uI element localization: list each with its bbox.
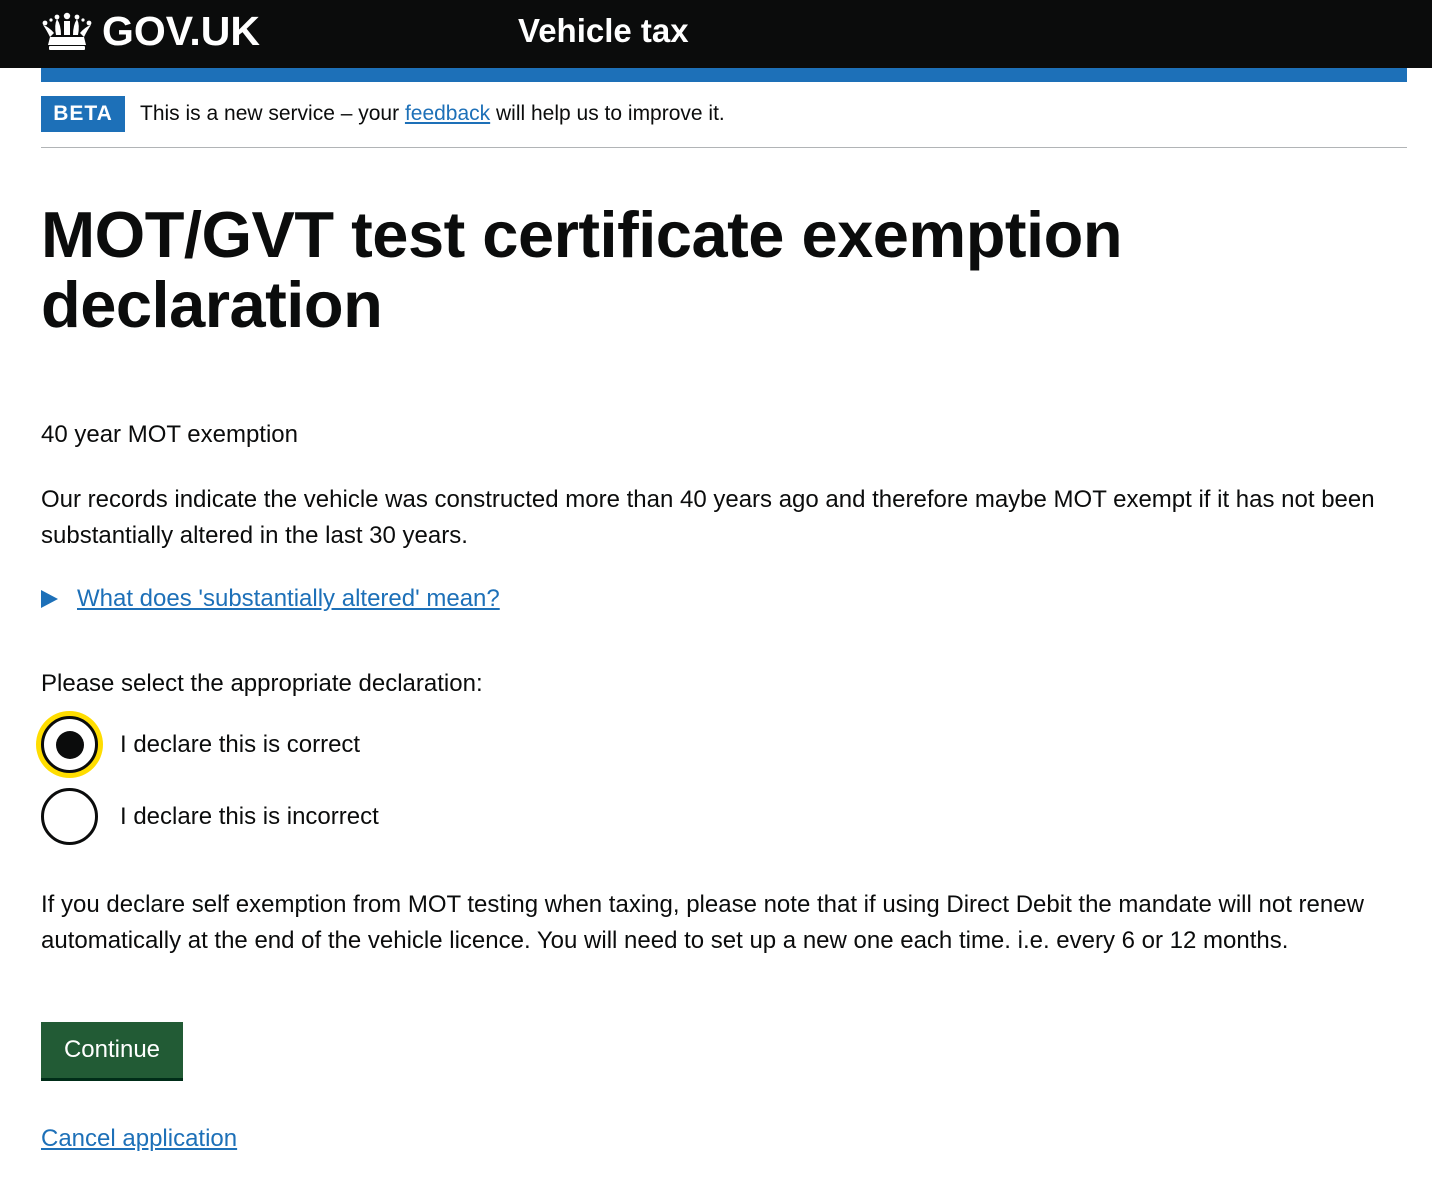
continue-button[interactable]: Continue [41, 1022, 183, 1078]
phase-banner-text: This is a new service – your feedback wi… [140, 99, 725, 129]
radio-label-incorrect[interactable]: I declare this is incorrect [120, 800, 379, 834]
header-blue-bar [41, 68, 1407, 82]
details-summary[interactable]: What does 'substantially altered' mean? [41, 582, 500, 616]
page-title: MOT/GVT test certificate exemption decla… [41, 198, 1123, 341]
radio-selected-dot [55, 730, 84, 759]
radio-declare-correct[interactable]: I declare this is correct [41, 716, 360, 773]
phase-banner: BETA This is a new service – your feedba… [41, 96, 1407, 148]
details-summary-text[interactable]: What does 'substantially altered' mean? [77, 582, 500, 616]
feedback-link[interactable]: feedback [405, 102, 490, 125]
crown-icon [42, 12, 92, 50]
radio-declare-incorrect[interactable]: I declare this is incorrect [41, 788, 379, 845]
radio-button-unchecked[interactable] [41, 788, 98, 845]
govuk-logo-link[interactable]: GOV.UK [40, 8, 260, 54]
beta-tag: BETA [41, 96, 125, 132]
radio-button-checked[interactable] [41, 716, 98, 773]
cancel-application-link[interactable]: Cancel application [41, 1122, 237, 1156]
intro-paragraph: Our records indicate the vehicle was con… [41, 486, 1375, 549]
phase-text-after: will help us to improve it. [490, 102, 725, 125]
radio-label-correct[interactable]: I declare this is correct [120, 728, 360, 762]
site-header: GOV.UK Vehicle tax [0, 0, 1432, 68]
logo-text: GOV.UK [102, 7, 260, 54]
phase-text-before: This is a new service – your [140, 102, 405, 125]
service-name-link[interactable]: Vehicle tax [518, 10, 689, 52]
direct-debit-note: If you declare self exemption from MOT t… [41, 891, 1364, 954]
declaration-legend: Please select the appropriate declaratio… [41, 670, 483, 697]
triangle-right-icon [41, 590, 58, 608]
exemption-subtitle: 40 year MOT exemption [41, 421, 299, 448]
